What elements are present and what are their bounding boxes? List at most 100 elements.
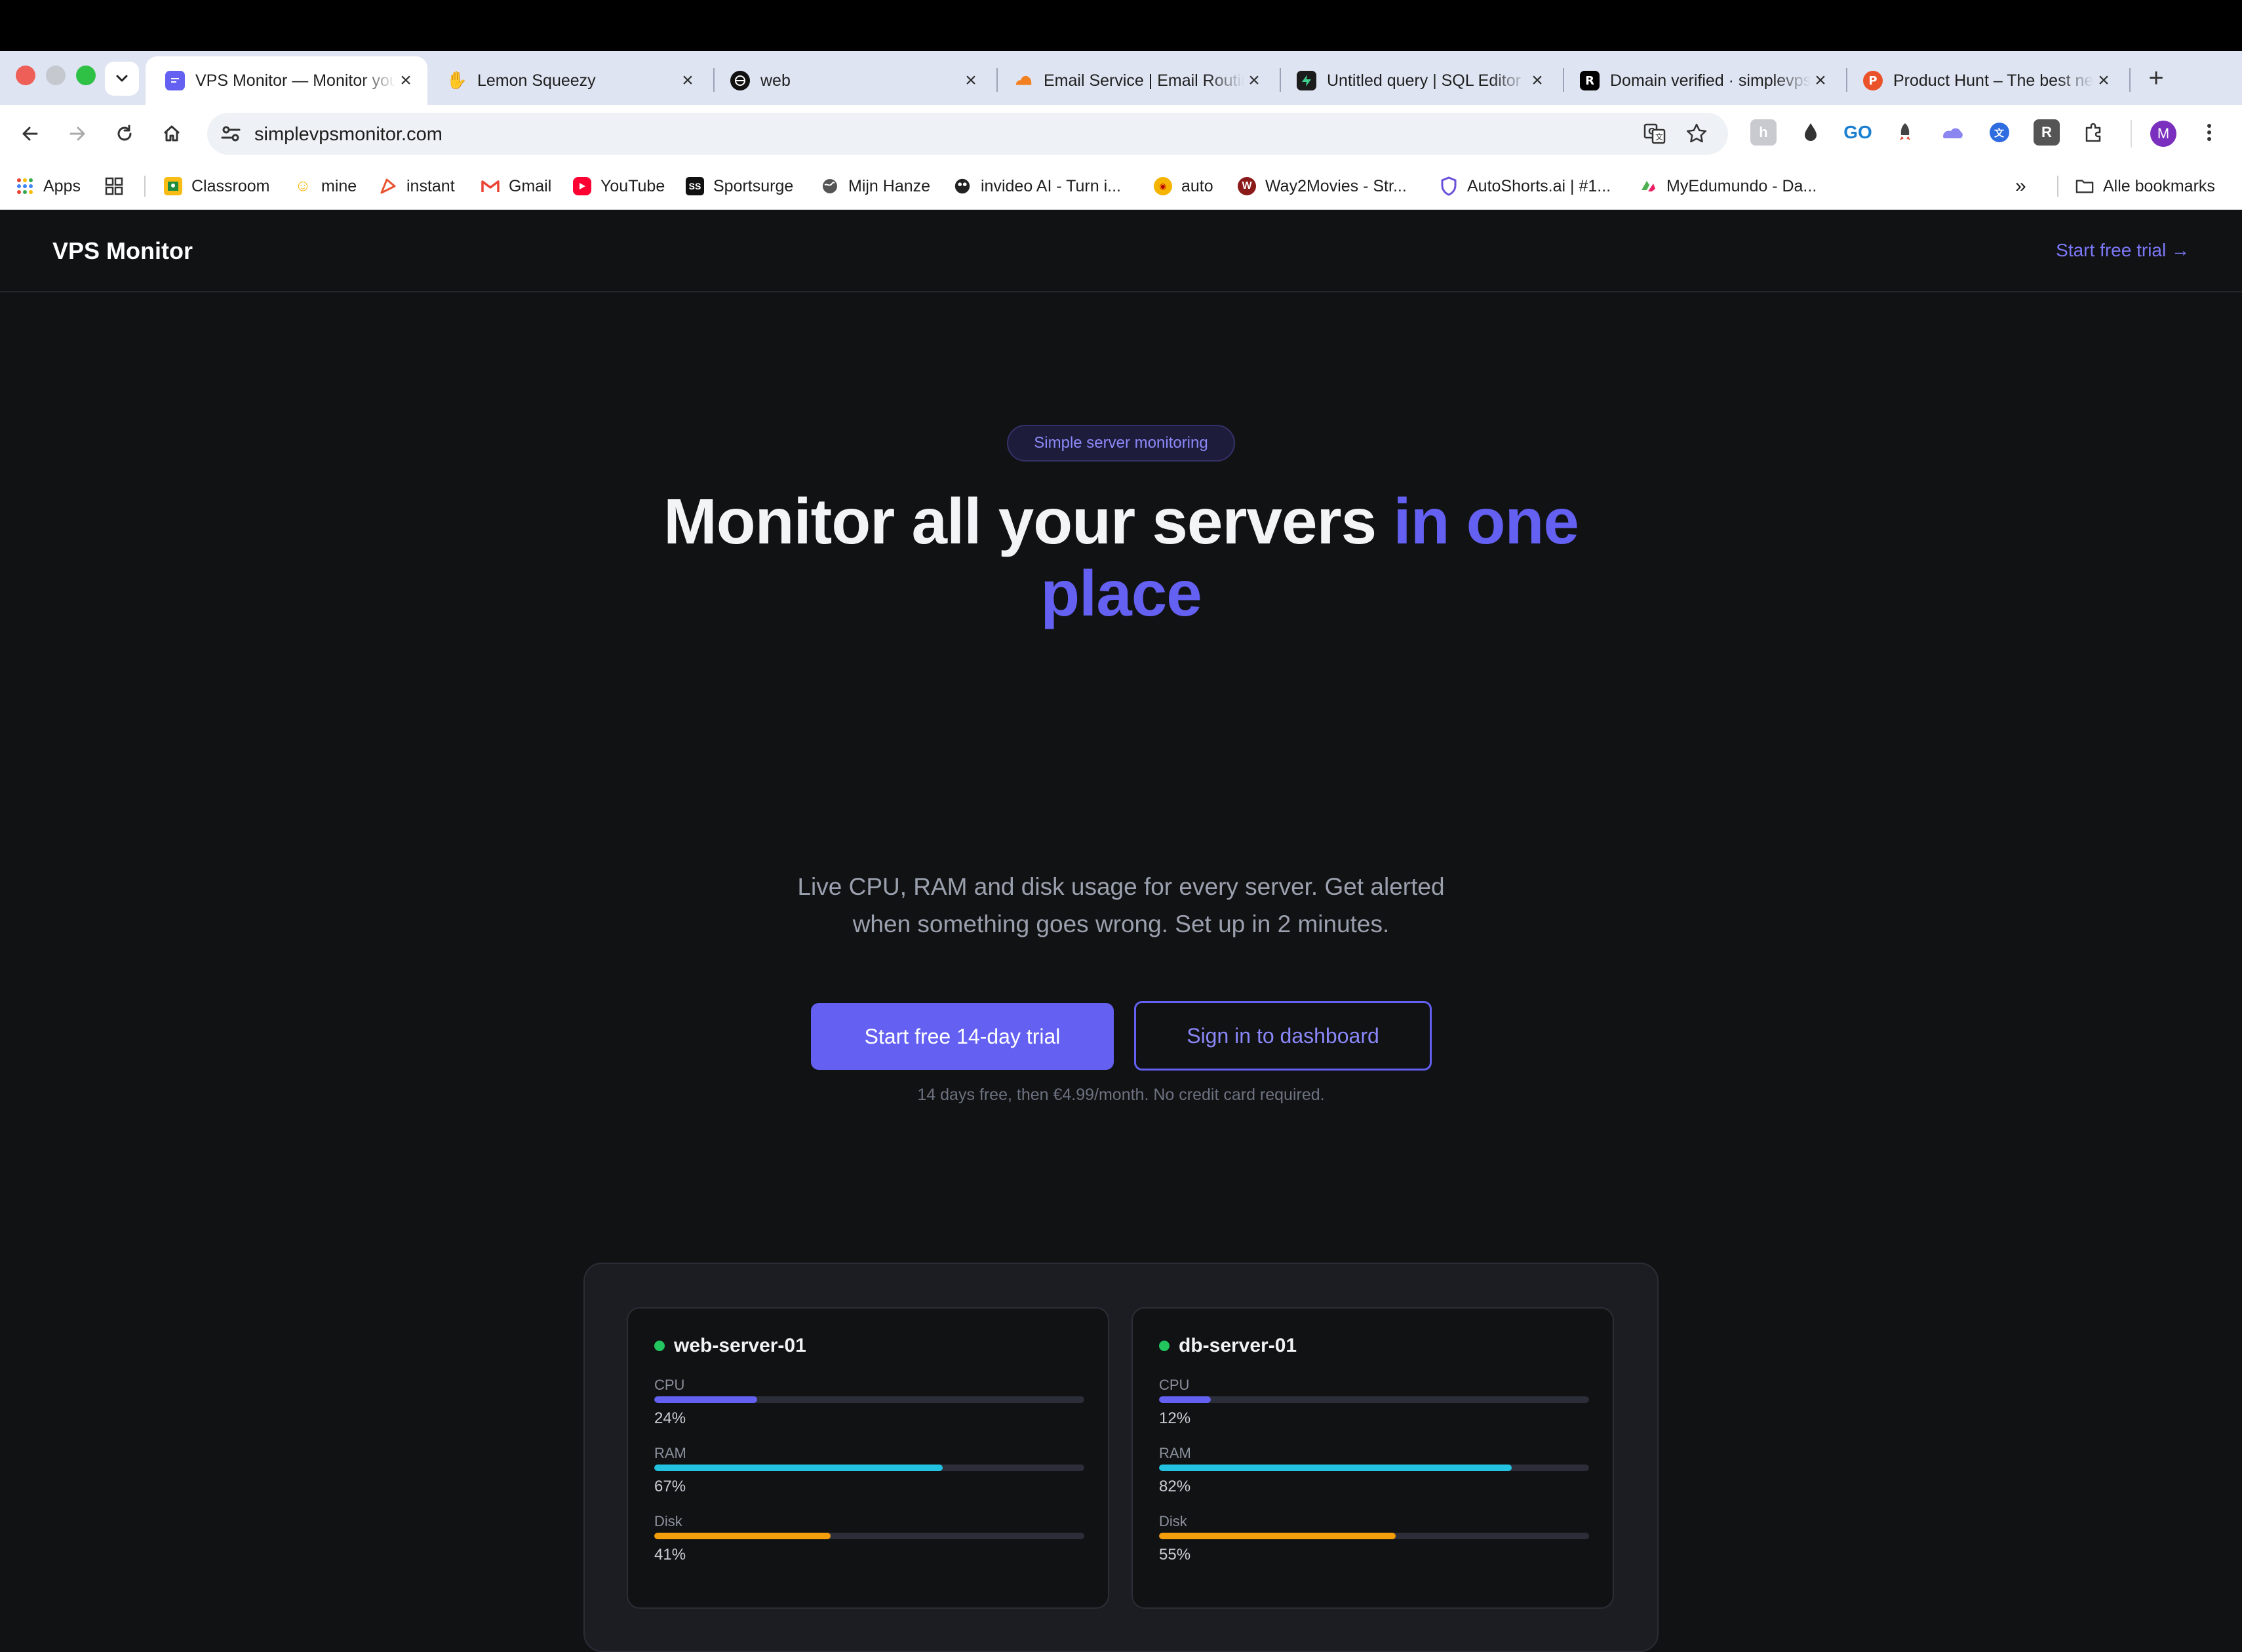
sign-in-dashboard-button[interactable]: Sign in to dashboard bbox=[1134, 1001, 1432, 1071]
translate-icon[interactable]: G文 bbox=[1643, 122, 1666, 149]
tab-close-icon[interactable]: × bbox=[678, 71, 698, 90]
dashboard-preview: web-server-01 CPU 24% RAM 67% Disk 41% d… bbox=[583, 1263, 1659, 1652]
bookmark-mine[interactable]: ☺ mine bbox=[294, 174, 357, 198]
auto-icon: ◉ bbox=[1154, 177, 1172, 195]
instant-icon bbox=[379, 177, 397, 195]
extension-cloud-icon[interactable] bbox=[1939, 119, 1965, 146]
browser-tab[interactable]: P Product Hunt – The best new products × bbox=[1843, 56, 2125, 105]
tab-close-icon[interactable]: × bbox=[1244, 71, 1264, 90]
tab-close-icon[interactable]: × bbox=[961, 71, 981, 90]
vps-monitor-favicon-icon bbox=[165, 71, 185, 90]
extensions-puzzle-icon[interactable] bbox=[2081, 119, 2107, 146]
extension-rocket-icon[interactable] bbox=[1892, 119, 1918, 146]
disk-metric: Disk 55% bbox=[1159, 1513, 1589, 1564]
cpu-usage-fill bbox=[1159, 1396, 1211, 1403]
tab-close-icon[interactable]: × bbox=[2094, 71, 2114, 90]
bookmark-youtube[interactable]: YouTube bbox=[573, 174, 665, 198]
new-tab-plus-icon[interactable]: + bbox=[2140, 63, 2173, 96]
window-minimize-button[interactable] bbox=[46, 66, 66, 85]
chevron-down-icon bbox=[116, 75, 128, 82]
hero-headline: Monitor all your servers in one place bbox=[629, 485, 1613, 629]
extension-h-icon[interactable]: h bbox=[1750, 119, 1777, 146]
metric-value: 82% bbox=[1159, 1478, 1191, 1495]
extension-go-icon[interactable]: GO bbox=[1843, 119, 1872, 146]
disk-usage-bar bbox=[1159, 1533, 1589, 1539]
bookmark-way2movies[interactable]: W Way2Movies - Str... bbox=[1238, 174, 1407, 198]
browser-tab[interactable]: R Domain verified · simplevpsmonitor × bbox=[1560, 56, 1842, 105]
site-logo[interactable]: VPS Monitor bbox=[52, 237, 193, 265]
metric-label: CPU bbox=[654, 1377, 685, 1393]
all-bookmarks-folder[interactable]: Alle bookmarks bbox=[2075, 174, 2215, 198]
extension-drop-icon[interactable] bbox=[1798, 119, 1824, 146]
tab-title: VPS Monitor — Monitor your servers in on… bbox=[195, 71, 396, 90]
all-bookmarks-label: Alle bookmarks bbox=[2103, 176, 2215, 195]
metric-label: RAM bbox=[1159, 1445, 1191, 1461]
forward-button[interactable] bbox=[60, 117, 94, 151]
address-bar[interactable]: simplevpsmonitor.com G文 bbox=[207, 113, 1728, 155]
metric-value: 41% bbox=[654, 1546, 686, 1564]
window-maximize-button[interactable] bbox=[76, 66, 96, 85]
back-button[interactable] bbox=[13, 117, 47, 151]
start-trial-button[interactable]: Start free 14-day trial bbox=[811, 1003, 1114, 1070]
bookmark-invideo[interactable]: invideo AI - Turn i... bbox=[953, 174, 1121, 198]
metric-value: 55% bbox=[1159, 1546, 1191, 1564]
extension-r-icon[interactable]: R bbox=[2034, 119, 2060, 146]
bookmark-myedumundo[interactable]: MyEdumundo - Da... bbox=[1639, 174, 1817, 198]
bookmark-label: mine bbox=[321, 176, 357, 195]
hero-badge: Simple server monitoring bbox=[1007, 425, 1235, 462]
bookmark-label: Sportsurge bbox=[713, 176, 794, 195]
bookmark-label: Way2Movies - Str... bbox=[1265, 176, 1407, 195]
tab-close-icon[interactable]: × bbox=[1527, 71, 1547, 90]
extension-translate-icon[interactable]: 文 bbox=[1986, 119, 2013, 146]
ram-usage-bar bbox=[654, 1465, 1084, 1471]
kebab-menu-icon[interactable] bbox=[2196, 119, 2222, 149]
bookmark-tab-groups[interactable] bbox=[105, 174, 123, 198]
svg-text:文: 文 bbox=[1994, 127, 2005, 139]
ram-metric: RAM 82% bbox=[1159, 1445, 1589, 1496]
bookmarks-bar: Apps Classroom ☺ mine instant Gmail YouT… bbox=[0, 163, 2242, 210]
browser-tab[interactable]: Untitled query | SQL Editor × bbox=[1277, 56, 1559, 105]
status-online-dot bbox=[654, 1341, 665, 1351]
reload-button[interactable] bbox=[108, 117, 142, 151]
site-settings-icon[interactable] bbox=[219, 122, 243, 146]
sportsurge-icon: SS bbox=[686, 177, 704, 195]
tab-groups-icon bbox=[105, 177, 123, 195]
bookmark-sportsurge[interactable]: SS Sportsurge bbox=[686, 174, 793, 198]
disk-metric: Disk 41% bbox=[654, 1513, 1084, 1564]
browser-tab[interactable]: web × bbox=[711, 56, 993, 105]
invideo-icon bbox=[953, 177, 972, 195]
cpu-usage-bar bbox=[654, 1396, 1084, 1403]
bookmark-classroom[interactable]: Classroom bbox=[164, 174, 269, 198]
bookmark-gmail[interactable]: Gmail bbox=[481, 174, 551, 198]
toolbar-divider bbox=[2131, 120, 2132, 148]
browser-tab-strip: VPS Monitor — Monitor your servers in on… bbox=[0, 51, 2242, 105]
browser-tab[interactable]: VPS Monitor — Monitor your servers in on… bbox=[146, 56, 427, 105]
supabase-favicon-icon bbox=[1297, 71, 1316, 90]
product-hunt-favicon-icon: P bbox=[1863, 71, 1883, 90]
profile-avatar[interactable]: M bbox=[2150, 121, 2176, 147]
bookmark-mijn-hanze[interactable]: Mijn Hanze bbox=[821, 174, 930, 198]
bookmark-star-icon[interactable] bbox=[1685, 122, 1708, 149]
url-text: simplevpsmonitor.com bbox=[254, 124, 442, 145]
bookmark-apps[interactable]: Apps bbox=[16, 174, 81, 198]
bookmark-autoshorts[interactable]: AutoShorts.ai | #1... bbox=[1440, 174, 1611, 198]
server-header: db-server-01 bbox=[1159, 1335, 1297, 1357]
tab-search-button[interactable] bbox=[105, 62, 139, 96]
bookmarks-overflow-icon[interactable]: » bbox=[2015, 174, 2026, 198]
bookmark-instant[interactable]: instant bbox=[379, 174, 455, 198]
bookmark-label: YouTube bbox=[600, 176, 665, 195]
bookmark-label: MyEdumundo - Da... bbox=[1666, 176, 1817, 195]
tab-title: web bbox=[760, 71, 791, 90]
browser-tab[interactable]: ✋ Lemon Squeezy × bbox=[427, 56, 709, 105]
window-close-button[interactable] bbox=[16, 66, 35, 85]
header-start-trial-link[interactable]: Start free trial → bbox=[2056, 240, 2190, 261]
browser-tab[interactable]: Email Service | Email Routing × bbox=[994, 56, 1276, 105]
home-button[interactable] bbox=[155, 117, 189, 151]
server-card: web-server-01 CPU 24% RAM 67% Disk 41% bbox=[627, 1307, 1109, 1609]
bookmark-auto[interactable]: ◉ auto bbox=[1154, 174, 1213, 198]
tab-close-icon[interactable]: × bbox=[396, 71, 416, 90]
arrow-right-icon bbox=[69, 127, 85, 141]
tab-close-icon[interactable]: × bbox=[1811, 71, 1830, 90]
ram-usage-bar bbox=[1159, 1465, 1589, 1471]
gmail-icon bbox=[481, 177, 500, 195]
